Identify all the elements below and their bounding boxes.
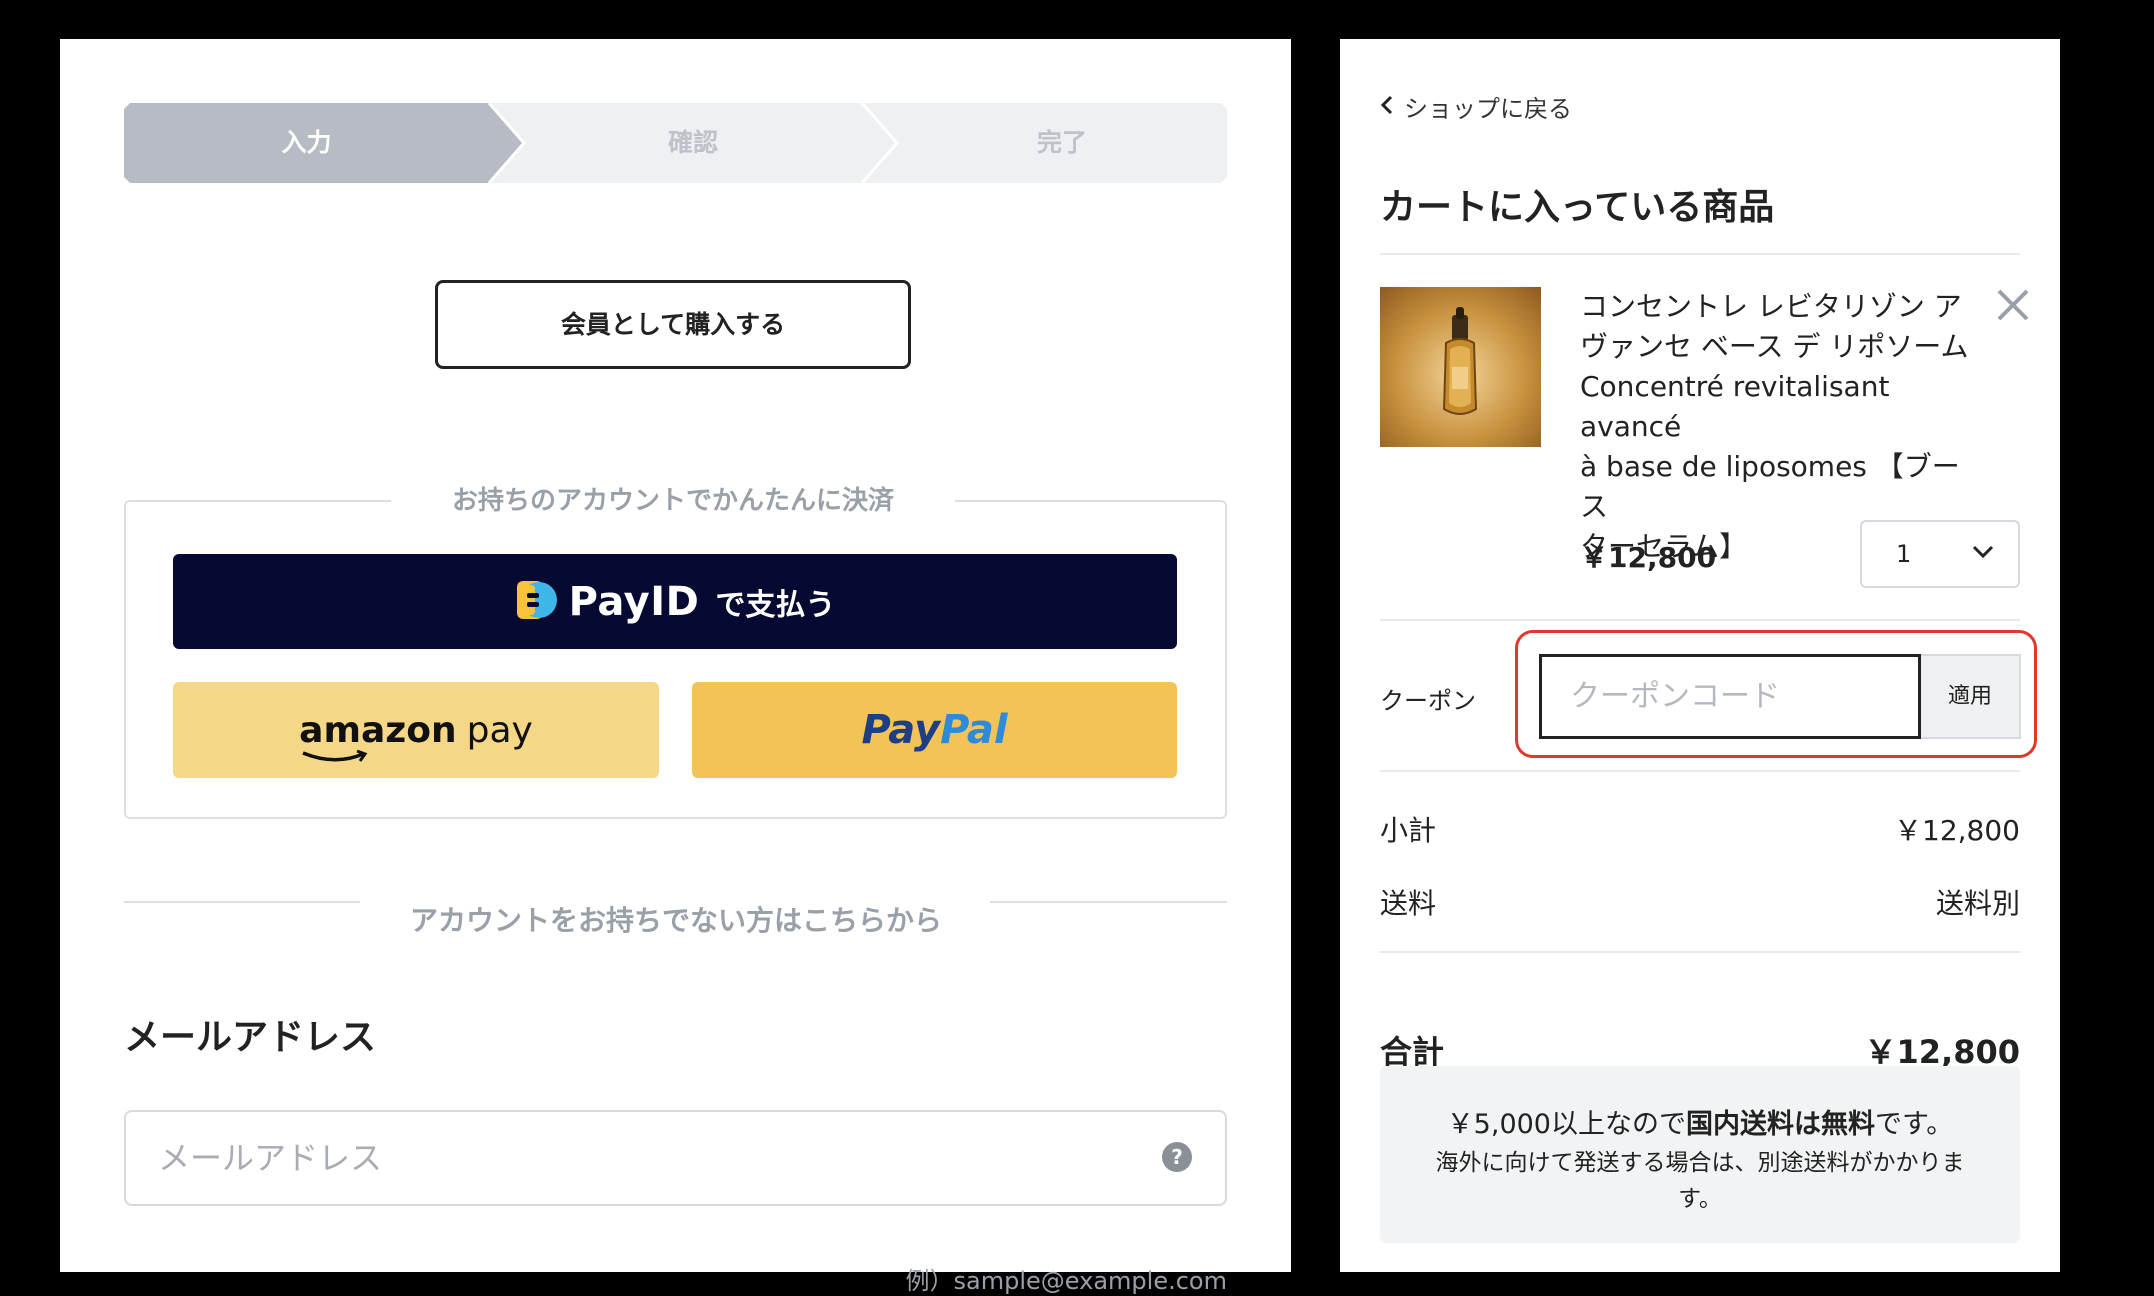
paypal-pal-word: Pal xyxy=(940,707,1008,753)
subtotal-label: 小計 xyxy=(1380,814,1437,847)
cart-title-divider xyxy=(1380,253,2020,255)
shipping-notice: ￥5,000以上なので国内送料は無料です。 海外に向けて発送する場合は、別途送料… xyxy=(1380,1066,2020,1243)
payid-logo-icon xyxy=(515,577,559,627)
coupon-label: クーポン xyxy=(1380,687,1476,715)
amazon-pay-word: pay xyxy=(466,709,533,751)
cart-title: カートに入っている商品 xyxy=(1380,187,1775,228)
email-section-title: メールアドレス xyxy=(124,1017,377,1058)
notice-line-2: 海外に向けて発送する場合は、別途送料がかかります。 xyxy=(1435,1150,1965,1212)
cart-panel: ショップに戻る カートに入っている商品 コンセントレ レビタリゾン ア ヴァンセ… xyxy=(1340,39,2060,1272)
step-confirm: 確認 xyxy=(667,128,718,157)
payid-brand: PayID xyxy=(568,578,700,625)
amazon-word: amazon xyxy=(299,709,457,751)
paypal-button[interactable]: Pay Pal xyxy=(692,682,1177,778)
product-image xyxy=(1380,287,1541,447)
chevron-down-icon xyxy=(1972,544,1994,563)
email-input[interactable] xyxy=(124,1110,1227,1206)
back-to-shop-link[interactable]: ショップに戻る xyxy=(1380,89,1572,124)
quantity-select[interactable]: 1 xyxy=(1860,520,2020,588)
divider-left xyxy=(124,901,360,903)
divider-right xyxy=(990,901,1227,903)
product-price: ￥12,800 xyxy=(1580,541,1717,574)
payid-label: で支払う xyxy=(715,587,836,623)
email-example: 例）sample@example.com xyxy=(905,1267,1227,1295)
account-section-label: お持ちのアカウントでかんたんに決済 xyxy=(391,482,955,520)
totals-divider xyxy=(1380,951,2020,953)
quantity-value: 1 xyxy=(1896,540,1912,568)
notice-prefix: ￥5,000以上なので xyxy=(1446,1109,1686,1140)
step-complete: 完了 xyxy=(1036,128,1087,157)
notice-suffix: です。 xyxy=(1874,1109,1954,1140)
member-purchase-button[interactable]: 会員として購入する xyxy=(435,280,911,369)
coupon-input[interactable] xyxy=(1539,654,1921,739)
notice-line-1: ￥5,000以上なので国内送料は無料です。 xyxy=(1380,1102,2020,1141)
checkout-panel: 入力 確認 完了 会員として購入する お持ちのアカウントでかんたんに決済 Pay… xyxy=(60,39,1291,1295)
product-name-line: ヴァンセ ベース デ リポソーム xyxy=(1580,330,1969,363)
payid-button[interactable]: PayID で支払う xyxy=(173,554,1177,649)
coupon-divider xyxy=(1380,770,2020,772)
checkout-stepper: 入力 確認 完了 xyxy=(124,103,1227,183)
amazon-smile-icon xyxy=(302,749,368,762)
no-account-label: アカウントをお持ちでない方はこちらから xyxy=(409,904,942,937)
amazon-pay-button[interactable]: amazon pay xyxy=(173,682,659,778)
help-icon[interactable]: ? xyxy=(1162,1142,1192,1172)
shipping-value: 送料別 xyxy=(1935,887,2020,920)
paypal-pay-word: Pay xyxy=(861,707,941,753)
product-name-line: à base de liposomes 【ブース xyxy=(1580,450,1960,523)
back-link-label: ショップに戻る xyxy=(1404,95,1572,123)
step-input: 入力 xyxy=(281,128,332,157)
notice-bold: 国内送料は無料 xyxy=(1685,1109,1875,1140)
coupon-apply-button[interactable]: 適用 xyxy=(1921,654,2021,739)
amazon-logo: amazon xyxy=(299,709,457,762)
shipping-label: 送料 xyxy=(1380,887,1437,920)
product-name-line: Concentré revitalisant avancé xyxy=(1580,370,1890,443)
chevron-left-icon xyxy=(1380,93,1394,121)
product-name-line: コンセントレ レビタリゾン ア xyxy=(1580,290,1962,323)
item-divider xyxy=(1380,619,2020,621)
close-icon[interactable] xyxy=(1993,285,2033,325)
subtotal-value: ￥12,800 xyxy=(1894,814,2020,847)
